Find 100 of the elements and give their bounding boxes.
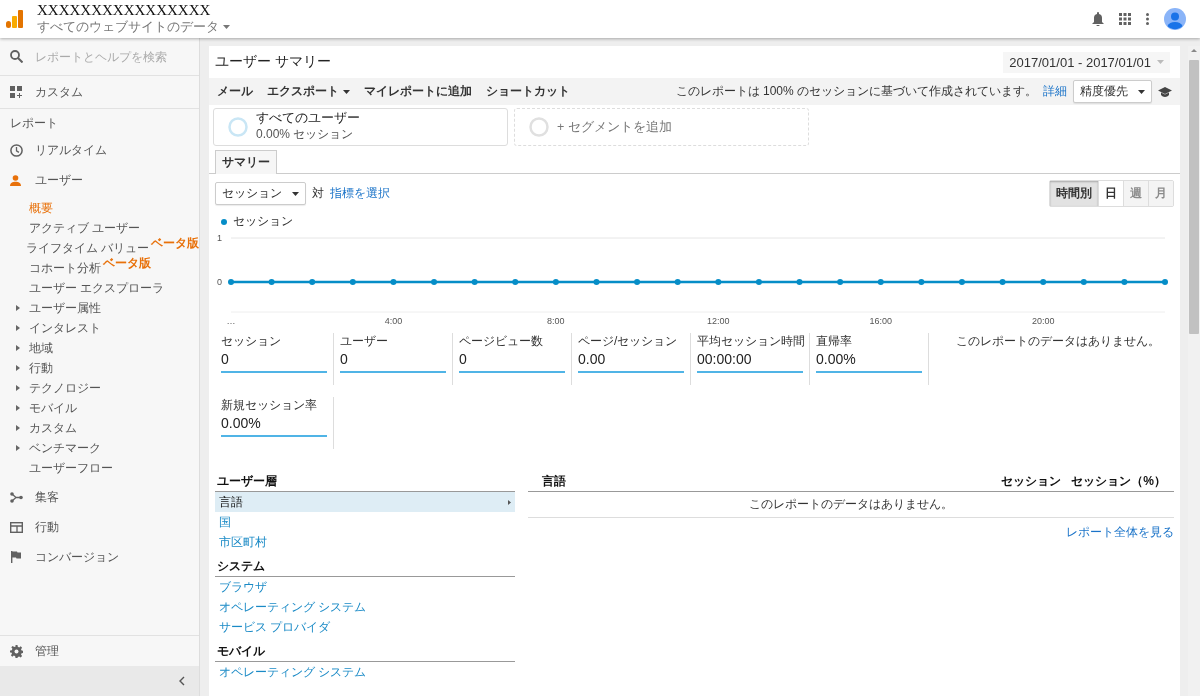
segment-card[interactable]: すべてのユーザー 0.00% セッション (213, 108, 508, 146)
nav-item[interactable]: 行動 (0, 512, 199, 542)
expand-arrow-icon (16, 425, 20, 431)
select-metric-link[interactable]: 指標を選択 (330, 185, 390, 202)
data-point (309, 279, 316, 285)
dimension-item[interactable]: ブラウザ (215, 577, 515, 597)
sidebar-subitem[interactable]: 地域 (0, 338, 199, 358)
scrollbar-drawing[interactable] (1188, 46, 1200, 336)
person-icon (10, 174, 21, 186)
metric-dropdown[interactable]: セッション (215, 182, 306, 205)
data-point (390, 279, 397, 285)
account-name: XXXXXXXXXXXXXXXX (37, 2, 212, 18)
graduation-cap-icon[interactable] (1158, 86, 1172, 97)
metric-value: 0.00% (221, 415, 262, 431)
expand-arrow-icon (16, 345, 20, 351)
caret-icon (223, 24, 230, 29)
metric-value: 0 (340, 351, 349, 367)
apps-grid-icon[interactable] (1119, 13, 1131, 25)
legend-label: セッション (233, 213, 293, 230)
expand-arrow-icon (16, 385, 20, 391)
sidebar-subitem[interactable]: ユーザーフロー (0, 458, 199, 478)
granularity-button[interactable]: 時間別 (1050, 181, 1099, 206)
dimension-item[interactable]: オペレーティング システム (215, 597, 515, 617)
section-label: レポート (9, 116, 59, 131)
data-point (877, 279, 884, 285)
sidebar-subitem[interactable]: コホート分析 ベータ版 (0, 258, 199, 278)
sidebar-subitem[interactable]: モバイル (0, 398, 199, 418)
y-tick-label: 1 (217, 233, 222, 243)
nav-item[interactable]: リアルタイム (0, 135, 199, 165)
date-range-picker[interactable]: 2017/01/01 - 2017/01/01 (1003, 51, 1170, 73)
metric-label: 平均セッション時間 (697, 333, 806, 350)
data-point (431, 279, 438, 285)
data-point (999, 279, 1006, 285)
data-point (552, 279, 559, 285)
sidebar-subitem[interactable]: アクティブ ユーザー (0, 218, 199, 238)
data-point (471, 279, 478, 285)
search-field[interactable]: レポートとヘルプを検索 (35, 50, 185, 63)
flag-icon (10, 551, 21, 563)
add-segment-button[interactable]: + セグメントを追加 (514, 108, 809, 146)
segment-ring-icon (228, 117, 248, 137)
dimension-item[interactable]: 国 (215, 512, 515, 532)
versus-label: 対 (312, 185, 324, 202)
precision-dropdown[interactable]: 精度優先 (1073, 80, 1152, 103)
metric-value: 0 (459, 351, 468, 367)
sidebar-subitem[interactable]: カスタム (0, 418, 199, 438)
data-point (512, 279, 519, 285)
metric-label: 新規セッション率 (221, 397, 318, 414)
sidebar-subitem[interactable]: ユーザー エクスプローラ (0, 278, 199, 298)
x-tick-label: 12:00 (707, 316, 730, 326)
metric-value: 0.00% (816, 351, 857, 367)
dimension-heading: システム (215, 558, 515, 577)
toolbar-action[interactable]: メール (217, 83, 253, 100)
caret-icon (1157, 60, 1164, 64)
toolbar-action[interactable]: ショートカット (486, 83, 570, 100)
data-point (837, 279, 844, 285)
sidebar-subitem[interactable]: ユーザー属性 (0, 298, 199, 318)
nav-item[interactable]: コンバージョン (0, 542, 199, 572)
nav-item[interactable]: カスタム (0, 76, 199, 109)
collapse-chevron-icon[interactable] (179, 676, 185, 686)
column-header: セッション (1001, 473, 1062, 490)
sidebar-subitem[interactable]: テクノロジー (0, 378, 199, 398)
dimension-heading: モバイル (215, 643, 515, 662)
data-point (674, 279, 681, 285)
sampling-note: このレポートは 100% のセッションに基づいて作成されています。 (675, 83, 1037, 100)
sidebar-subitem[interactable]: インタレスト (0, 318, 199, 338)
nav-item[interactable]: ユーザー (0, 165, 199, 195)
dimension-item[interactable]: サービス プロバイダ (215, 617, 515, 637)
notification-bell-icon[interactable] (1092, 12, 1104, 26)
metric-value: 0.00 (578, 351, 607, 367)
metric-value: 00:00:00 (697, 351, 753, 367)
caret-icon (292, 191, 299, 196)
data-point (593, 279, 600, 285)
no-data-message: このレポートのデータはありません。 (955, 333, 1160, 350)
more-menu-icon[interactable] (1146, 13, 1149, 25)
clock-icon (10, 143, 23, 157)
sidebar-subitem[interactable]: ライフタイム バリュー ベータ版 (0, 238, 199, 258)
nav-item[interactable]: 集客 (0, 482, 199, 512)
data-point (918, 279, 925, 285)
data-point (796, 279, 803, 285)
tab[interactable]: サマリー (215, 150, 277, 174)
toolbar-action[interactable]: マイレポートに追加 (364, 83, 472, 100)
dimension-item[interactable]: 言語 (215, 492, 515, 512)
sidebar-subitem[interactable]: 行動 (0, 358, 199, 378)
metric-label: ページビュー数 (459, 333, 544, 350)
toolbar-action[interactable]: エクスポート (267, 83, 350, 100)
property-selector[interactable]: すべてのウェブサイトのデータ (37, 17, 230, 36)
data-point (755, 279, 762, 285)
granularity-button[interactable]: 日 (1099, 181, 1124, 206)
full-report-link[interactable]: レポート全体を見る (1066, 524, 1174, 541)
sidebar-subitem[interactable]: ベンチマーク (0, 438, 199, 458)
chevron-right-icon (508, 499, 511, 505)
analytics-logo[interactable] (6, 10, 23, 28)
beta-label: ベータ版 (103, 257, 151, 269)
details-link[interactable]: 詳細 (1043, 83, 1067, 100)
dimension-item[interactable]: オペレーティング システム (215, 662, 515, 682)
segment-detail: 0.00% セッション (256, 126, 355, 143)
dimension-item[interactable]: 市区町村 (215, 532, 515, 552)
metric-label: ページ/セッション (578, 333, 679, 350)
user-avatar-icon[interactable] (1164, 8, 1186, 30)
expand-arrow-icon (16, 405, 20, 411)
